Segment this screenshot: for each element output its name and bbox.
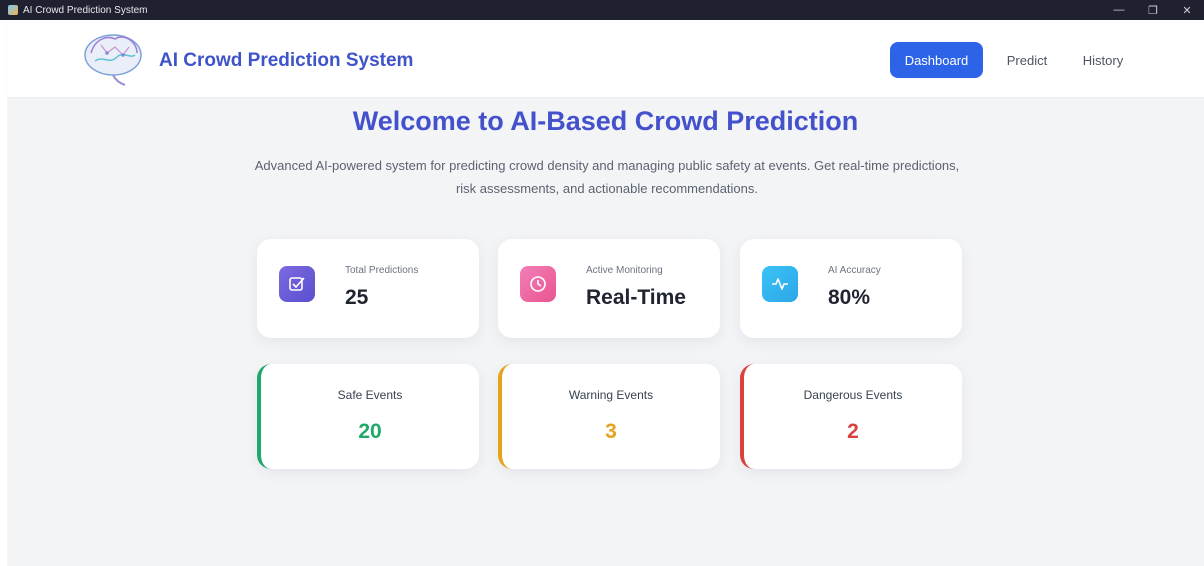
stat-value: 80% — [828, 286, 871, 309]
event-count: 2 — [847, 420, 859, 443]
minimize-icon[interactable]: — — [1102, 0, 1136, 20]
page-subtitle: Advanced AI-powered system for predictin… — [254, 158, 960, 196]
event-count: 20 — [358, 420, 382, 443]
window-controls: — ❐ ✕ — [1102, 0, 1204, 20]
nav-dashboard[interactable]: Dashboard — [890, 42, 983, 78]
clock-icon — [520, 266, 556, 302]
app-icon — [8, 5, 18, 15]
stat-value: Real-Time — [586, 286, 686, 309]
navbar: AI Crowd Prediction System Dashboard Pre… — [7, 20, 1204, 97]
brain-logo-icon — [84, 34, 142, 86]
restore-icon[interactable]: ❐ — [1136, 0, 1170, 20]
close-icon[interactable]: ✕ — [1170, 0, 1204, 20]
brand-title[interactable]: AI Crowd Prediction System — [159, 50, 413, 72]
nav-predict[interactable]: Predict — [995, 42, 1059, 78]
stat-value: 25 — [345, 286, 369, 309]
stat-card-total-predictions: Total Predictions 25 — [257, 239, 479, 338]
app-content: AI Crowd Prediction System Dashboard Pre… — [7, 20, 1204, 566]
window-titlebar: AI Crowd Prediction System — ❐ ✕ — [0, 0, 1204, 20]
event-card-safe: Safe Events 20 — [257, 364, 479, 469]
stat-card-ai-accuracy: AI Accuracy 80% — [740, 239, 962, 338]
checkbox-icon — [279, 266, 315, 302]
event-label: Dangerous Events — [803, 388, 903, 402]
event-label: Safe Events — [337, 388, 403, 402]
window-title: AI Crowd Prediction System — [23, 4, 148, 16]
event-card-warning: Warning Events 3 — [498, 364, 720, 469]
stat-label: AI Accuracy — [828, 265, 881, 276]
stat-label: Total Predictions — [345, 265, 419, 276]
page-title: Welcome to AI-Based Crowd Prediction — [352, 106, 859, 136]
event-count: 3 — [605, 420, 617, 443]
stat-label: Active Monitoring — [586, 265, 663, 276]
stat-card-active-monitoring: Active Monitoring Real-Time — [498, 239, 720, 338]
nav-history[interactable]: History — [1071, 42, 1135, 78]
activity-icon — [762, 266, 798, 302]
event-card-dangerous: Dangerous Events 2 — [740, 364, 962, 469]
event-label: Warning Events — [568, 388, 654, 402]
